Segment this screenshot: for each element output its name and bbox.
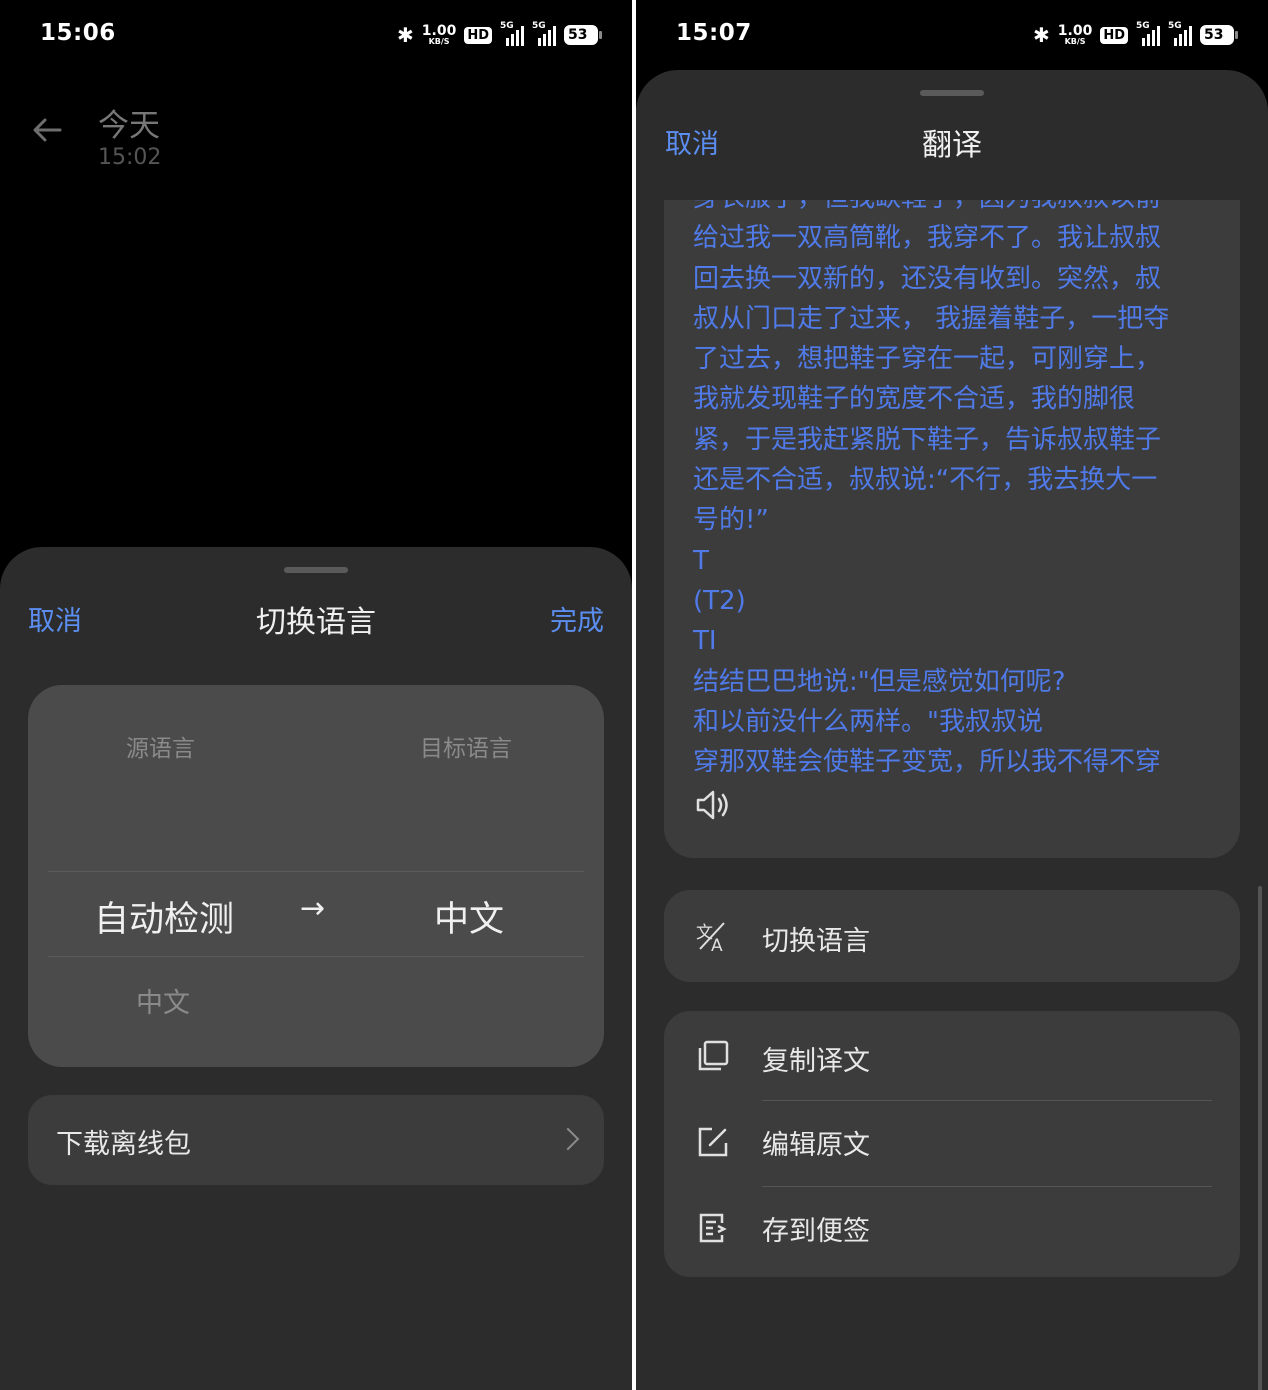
translation-line: 身衣服了，但我缺鞋子，因为我叔叔以前 — [693, 200, 1212, 218]
translate-icon: 文A — [696, 919, 730, 956]
sheet-drag-handle[interactable] — [920, 90, 984, 96]
note-save-icon — [696, 1211, 730, 1245]
bluetooth-icon: ✱ — [397, 23, 414, 47]
status-time: 15:07 — [676, 20, 752, 46]
translation-line: 穿那双鞋会使鞋子变宽，所以我不得不穿 — [693, 747, 1162, 778]
actions-card: 复制译文 编辑原文 存到便签 — [664, 1011, 1240, 1277]
sheet-header: 取消 切换语言 完成 — [0, 595, 632, 655]
bluetooth-icon: ✱ — [1033, 23, 1050, 47]
translation-line: 和以前没什么两样。"我叔叔说 — [693, 706, 1043, 737]
translation-line: TI — [693, 626, 717, 657]
status-bar: 15:06 ✱ 1.00 KB/S HD 5G 5G 53 — [0, 0, 632, 70]
switch-language-label: 切换语言 — [762, 926, 870, 957]
back-arrow-icon[interactable] — [30, 112, 70, 152]
target-language-wheel[interactable]: 中文 — [434, 891, 504, 942]
source-language-label: 源语言 — [126, 736, 195, 762]
note-time: 15:02 — [98, 145, 162, 170]
signal-icon: 5G — [500, 21, 524, 46]
download-offline-pack-row[interactable]: 下载离线包 — [28, 1095, 604, 1185]
translation-line: 紧，于是我赶紧脱下鞋子，告诉叔叔鞋子 — [693, 424, 1162, 455]
translation-line: (T2) — [693, 585, 746, 616]
edit-icon — [696, 1125, 730, 1159]
status-icons: ✱ 1.00 KB/S HD 5G 5G 53 — [397, 21, 602, 48]
sheet-drag-handle[interactable] — [284, 567, 348, 573]
target-language-label: 目标语言 — [420, 736, 512, 762]
speaker-icon[interactable] — [694, 788, 732, 822]
battery-icon: 53 — [564, 25, 602, 45]
download-offline-pack-label: 下载离线包 — [56, 1129, 191, 1160]
left-screen: 15:06 ✱ 1.00 KB/S HD 5G 5G 53 今天 15:02 取消… — [0, 0, 632, 1390]
signal-icon: 5G — [1168, 21, 1192, 46]
translate-sheet: 取消 翻译 身衣服了，但我缺鞋子，因为我叔叔以前给过我一双高筒靴，我穿不了。我让… — [636, 70, 1268, 1390]
note-date-title: 今天 — [98, 108, 160, 144]
translation-line: 号的!” — [693, 505, 769, 536]
translation-line: 叔从门口走了过来， 我握着鞋子，一把夺 — [693, 303, 1170, 334]
translation-line: 结结巴巴地说:"但是感觉如何呢? — [693, 666, 1066, 697]
sheet-title: 切换语言 — [256, 605, 376, 640]
save-to-notes-row[interactable]: 存到便签 — [664, 1187, 1240, 1273]
battery-icon: 53 — [1200, 25, 1238, 45]
done-button[interactable]: 完成 — [550, 599, 604, 638]
source-language-wheel[interactable]: 自动检测 — [94, 891, 234, 942]
selection-bottom-line — [48, 956, 584, 957]
chevron-right-icon — [556, 1127, 580, 1151]
scrollbar[interactable] — [1258, 886, 1262, 1390]
translation-text[interactable]: 身衣服了，但我缺鞋子，因为我叔叔以前给过我一双高筒靴，我穿不了。我让叔叔回去换一… — [693, 200, 1212, 782]
sheet-header: 取消 翻译 — [636, 122, 1268, 182]
svg-text:A: A — [711, 936, 723, 953]
arrow-right-icon: → — [300, 891, 326, 926]
signal-icon: 5G — [532, 21, 556, 46]
translation-line: 了过去，想把鞋子穿在一起，可刚穿上， — [693, 344, 1162, 375]
hd-voice-icon: HD — [1100, 26, 1128, 44]
translation-card: 身衣服了，但我缺鞋子，因为我叔叔以前给过我一双高筒靴，我穿不了。我让叔叔回去换一… — [664, 200, 1240, 858]
switch-language-row[interactable]: 文A 切换语言 — [664, 893, 1240, 979]
status-icons: ✱ 1.00 KB/S HD 5G 5G 53 — [1033, 21, 1238, 48]
translation-line: 还是不合适，叔叔说:“不行，我去换大一 — [693, 465, 1158, 496]
selection-top-line — [48, 871, 584, 872]
status-time: 15:06 — [40, 20, 116, 46]
source-language-option[interactable]: 中文 — [136, 981, 190, 1020]
translation-line: 我就发现鞋子的宽度不合适，我的脚很 — [693, 384, 1136, 415]
switch-language-card: 文A 切换语言 — [664, 890, 1240, 982]
copy-translation-label: 复制译文 — [762, 1046, 870, 1077]
language-picker[interactable]: 源语言 目标语言 自动检测 → 中文 中文 — [28, 685, 604, 1067]
translation-line: T — [693, 545, 709, 576]
edit-original-label: 编辑原文 — [762, 1130, 870, 1161]
status-bar: 15:07 ✱ 1.00 KB/S HD 5G 5G 53 — [636, 0, 1268, 70]
network-speed: 1.00 KB/S — [1057, 23, 1093, 46]
copy-translation-row[interactable]: 复制译文 — [664, 1011, 1240, 1097]
translation-line: 回去换一双新的，还没有收到。突然，叔 — [693, 263, 1162, 294]
sheet-title: 翻译 — [922, 128, 982, 163]
translation-line: 给过我一双高筒靴，我穿不了。我让叔叔 — [693, 223, 1162, 254]
edit-original-row[interactable]: 编辑原文 — [664, 1101, 1240, 1187]
hd-voice-icon: HD — [464, 26, 492, 44]
signal-icon: 5G — [1136, 21, 1160, 46]
switch-language-sheet: 取消 切换语言 完成 源语言 目标语言 自动检测 → 中文 中文 下载离线包 — [0, 547, 632, 1390]
right-screen: 15:07 ✱ 1.00KB/S HD 5G 5G 53 取消 翻译 身衣服了，… — [636, 0, 1268, 1390]
save-to-notes-label: 存到便签 — [762, 1216, 870, 1247]
network-speed: 1.00 KB/S — [421, 23, 457, 46]
copy-icon — [696, 1039, 730, 1073]
